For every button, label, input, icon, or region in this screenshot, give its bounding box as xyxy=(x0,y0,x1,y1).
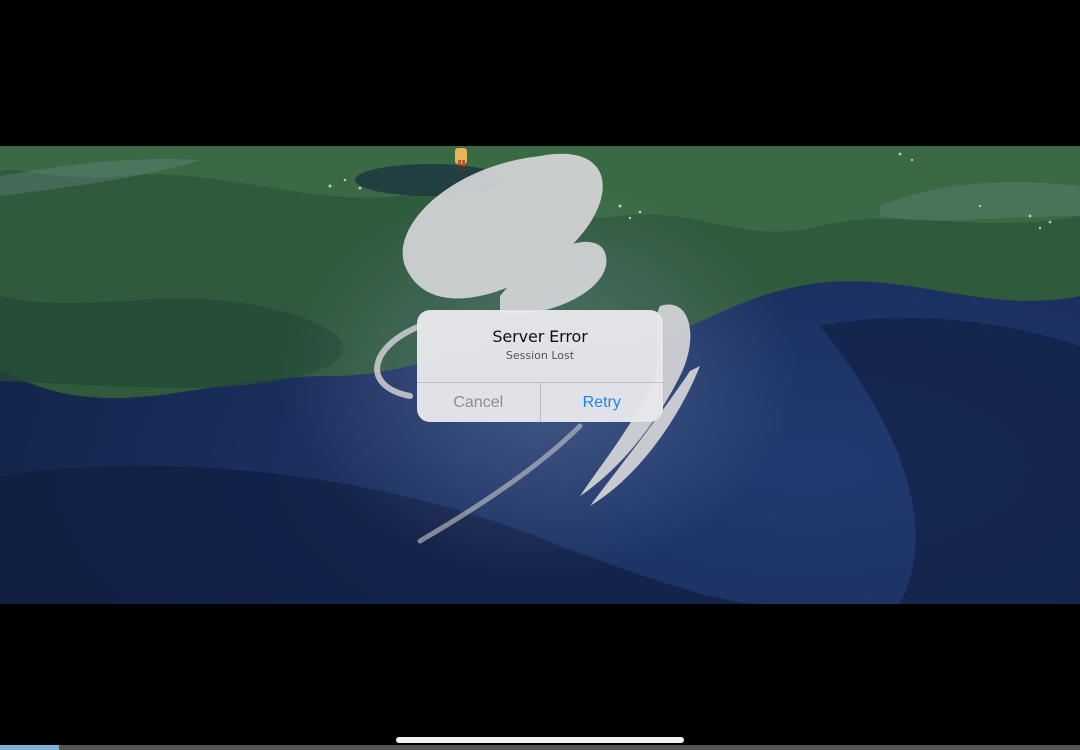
loading-progress-bar xyxy=(0,745,1080,750)
game-screen: Server Error Session Lost Cancel Retry xyxy=(0,0,1080,750)
loading-progress-fill xyxy=(0,745,60,750)
alert-message: Session Lost xyxy=(505,349,575,362)
server-error-alert: Server Error Session Lost Cancel Retry xyxy=(417,310,663,422)
cancel-button[interactable]: Cancel xyxy=(417,383,541,422)
alert-title: Server Error xyxy=(492,327,588,346)
alert-actions: Cancel Retry xyxy=(417,382,663,422)
home-indicator[interactable] xyxy=(396,737,684,743)
alert-body: Server Error Session Lost xyxy=(417,310,663,382)
retry-button[interactable]: Retry xyxy=(541,383,664,422)
